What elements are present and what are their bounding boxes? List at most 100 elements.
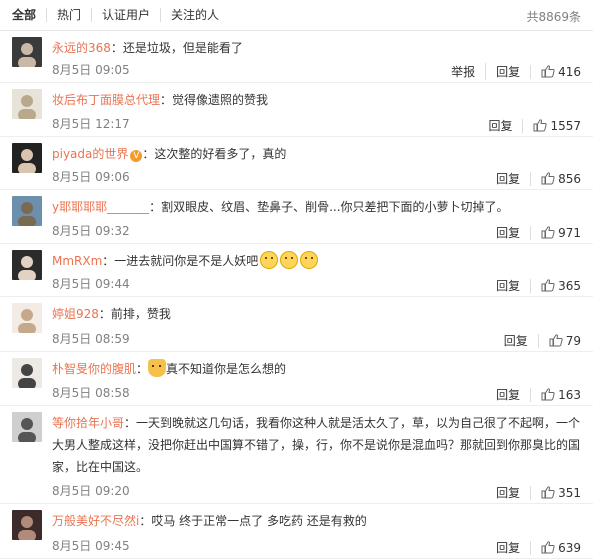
reply-button[interactable]: 回复 <box>485 63 530 80</box>
vip-badge-icon: V <box>130 150 143 162</box>
reply-button[interactable]: 回复 <box>486 386 530 403</box>
like-button[interactable]: 856 <box>530 171 581 186</box>
comment-text: piyada的世界 V ：这次整的好看多了，真的 <box>52 143 581 165</box>
comment-time: 09:32 <box>95 224 130 238</box>
username-link[interactable]: 朴智旻你的腹肌 <box>52 362 136 376</box>
like-count: 79 <box>565 333 581 348</box>
comment-timestamp: 8月5日 09:05 <box>52 61 130 78</box>
like-count: 971 <box>558 225 581 240</box>
username-link[interactable]: 婷姐928 <box>52 307 99 321</box>
reply-button[interactable]: 回复 <box>478 117 522 134</box>
comment-text: 朴智旻你的腹肌： 真不知道你是怎么想的 <box>52 358 581 380</box>
thumbs-up-icon <box>541 172 555 185</box>
like-button[interactable]: 971 <box>530 225 581 240</box>
comment-date: 8月5日 <box>52 539 92 553</box>
comment-date: 8月5日 <box>52 277 92 291</box>
comment-actions: 回复 163 <box>486 386 581 403</box>
like-button[interactable]: 639 <box>530 540 581 555</box>
tab-hot[interactable]: 热门 <box>46 8 91 22</box>
comment-text: y耶耶耶耶_______：割双眼皮、纹眉、垫鼻子、削骨...你只差把下面的小萝卜… <box>52 196 581 218</box>
comment-item: 万般美好不尽然i：哎马 终于正常一点了 多吃药 还是有救的 8月5日 09:45 回… <box>0 504 593 559</box>
avatar[interactable] <box>12 143 42 173</box>
emoji-icon <box>300 251 319 269</box>
comment-text: 万般美好不尽然i：哎马 终于正常一点了 多吃药 还是有救的 <box>52 510 581 532</box>
comment-text: MmRXm：一进去就问你是不是人妖吧 <box>52 250 581 272</box>
like-button[interactable]: 163 <box>530 387 581 402</box>
username-link[interactable]: piyada的世界 <box>52 147 128 161</box>
like-button[interactable]: 79 <box>537 333 581 348</box>
tab-all[interactable]: 全部 <box>12 8 46 22</box>
comment-body: ：前排，赞我 <box>98 307 171 321</box>
comment-item: 等你拾年小哥：一天到晚就这几句话，我看你这种人就是活太久了，草，以为自己很了不起… <box>0 406 593 504</box>
reply-button[interactable]: 回复 <box>486 539 530 556</box>
thumbs-up-icon <box>541 65 555 78</box>
comment-actions: 回复 351 <box>486 484 581 501</box>
comment-item: piyada的世界 V ：这次整的好看多了，真的 8月5日 09:06 回复 856 <box>0 137 593 190</box>
thumbs-up-icon <box>541 279 555 292</box>
comment-item: 朴智旻你的腹肌： 真不知道你是怎么想的 8月5日 08:58 回复 163 <box>0 352 593 406</box>
comment-list: 永远的368：还是垃圾，但是能看了 8月5日 09:05 举报 回复 416 妆后布丁面膜… <box>0 31 593 559</box>
comment-body: 真不知道你是怎么想的 <box>166 362 287 376</box>
like-button[interactable]: 416 <box>530 64 581 79</box>
tab-following[interactable]: 关注的人 <box>160 8 229 22</box>
thumbs-up-icon <box>541 486 555 499</box>
comment-date: 8月5日 <box>52 224 92 238</box>
like-count: 639 <box>558 540 581 555</box>
avatar[interactable] <box>12 250 42 280</box>
tab-verified[interactable]: 认证用户 <box>91 8 160 22</box>
like-button[interactable]: 1557 <box>522 118 581 133</box>
like-count: 856 <box>558 171 581 186</box>
comment-timestamp: 8月5日 09:20 <box>52 482 130 499</box>
avatar[interactable] <box>12 37 42 67</box>
like-button[interactable]: 365 <box>530 278 581 293</box>
comment-time: 09:45 <box>95 539 130 553</box>
comment-date: 8月5日 <box>52 117 92 131</box>
username-link[interactable]: y耶耶耶耶_______ <box>52 200 149 214</box>
avatar[interactable] <box>12 358 42 388</box>
report-button[interactable]: 举报 <box>441 63 485 80</box>
comment-actions: 回复 639 <box>486 539 581 556</box>
comment-timestamp: 8月5日 08:58 <box>52 384 130 401</box>
comment-timestamp: 8月5日 08:59 <box>52 330 130 347</box>
thumbs-up-icon <box>541 388 555 401</box>
thumbs-up-icon <box>541 541 555 554</box>
comment-date: 8月5日 <box>52 332 92 346</box>
comment-time: 09:06 <box>95 170 130 184</box>
comment-body: ：觉得像遗照的赞我 <box>160 93 269 107</box>
comment-time: 08:59 <box>95 332 130 346</box>
reply-button[interactable]: 回复 <box>486 170 530 187</box>
username-link[interactable]: 妆后布丁面膜总代理 <box>52 93 160 107</box>
avatar[interactable] <box>12 89 42 119</box>
comment-timestamp: 8月5日 09:45 <box>52 537 130 554</box>
emoji-icon <box>260 251 279 269</box>
username-link[interactable]: 永远的368 <box>52 41 111 55</box>
reply-button[interactable]: 回复 <box>486 484 530 501</box>
reply-button[interactable]: 回复 <box>486 224 530 241</box>
comment-date: 8月5日 <box>52 484 92 498</box>
comment-date: 8月5日 <box>52 170 92 184</box>
comment-timestamp: 8月5日 09:06 <box>52 168 130 185</box>
comment-time: 09:20 <box>95 484 130 498</box>
avatar[interactable] <box>12 303 42 333</box>
reply-button[interactable]: 回复 <box>494 332 538 349</box>
comment-date: 8月5日 <box>52 386 92 400</box>
comment-actions: 回复 1557 <box>478 117 581 134</box>
like-button[interactable]: 351 <box>530 485 581 500</box>
comment-time: 09:05 <box>95 63 130 77</box>
username-link[interactable]: MmRXm <box>52 254 102 268</box>
username-link[interactable]: 等你拾年小哥 <box>52 416 124 430</box>
thumbs-up-icon <box>549 334 563 347</box>
avatar[interactable] <box>12 510 42 540</box>
comment-time: 12:17 <box>95 117 130 131</box>
avatar[interactable] <box>12 196 42 226</box>
username-link[interactable]: 万般美好不尽然i <box>52 514 139 528</box>
comment-item: 妆后布丁面膜总代理：觉得像遗照的赞我 8月5日 12:17 回复 1557 <box>0 83 593 137</box>
doge-emoji-icon <box>148 359 167 377</box>
comment-timestamp: 8月5日 12:17 <box>52 115 130 132</box>
like-count: 351 <box>558 485 581 500</box>
comment-text: 婷姐928：前排，赞我 <box>52 303 581 325</box>
comment-time: 09:44 <box>95 277 130 291</box>
reply-button[interactable]: 回复 <box>486 277 530 294</box>
avatar[interactable] <box>12 412 42 442</box>
comment-body: ：一天到晚就这几句话，我看你这种人就是活太久了，草，以为自己很了不起啊，一个大男… <box>52 416 581 474</box>
